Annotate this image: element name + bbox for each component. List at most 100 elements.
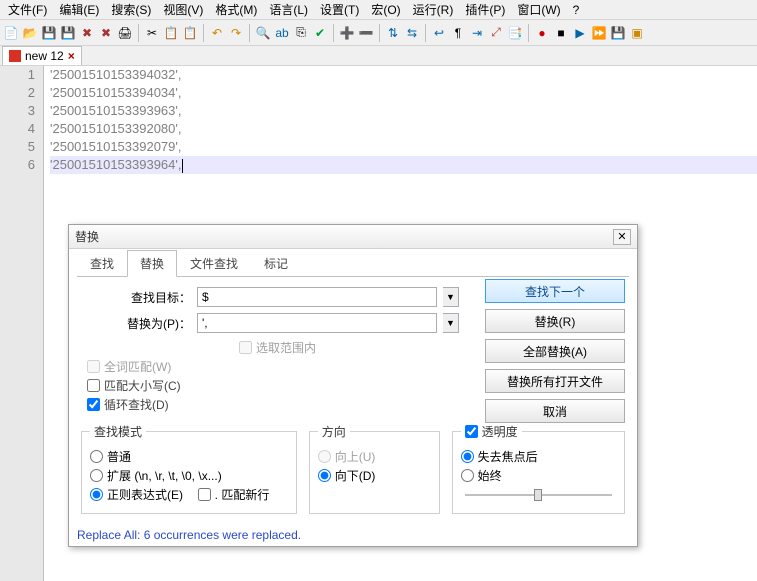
mode-ext-radio[interactable] xyxy=(90,469,103,482)
find-icon[interactable]: 🔍 xyxy=(254,24,272,42)
line-gutter: 1 2 3 4 5 6 xyxy=(0,66,44,581)
mode-regex-label: 正则表达式(E) xyxy=(107,486,183,503)
menu-settings[interactable]: 设置(T) xyxy=(314,0,365,20)
tab-findfiles[interactable]: 文件查找 xyxy=(177,250,251,277)
code-text: '25001510153393964', xyxy=(50,157,182,172)
sync-v-icon[interactable]: ⇅ xyxy=(384,24,402,42)
doc-map-icon[interactable]: 📑 xyxy=(506,24,524,42)
code-text: '25001510153394032', xyxy=(50,67,182,82)
menu-format[interactable]: 格式(M) xyxy=(209,0,263,20)
search-mode-legend: 查找模式 xyxy=(90,423,146,440)
code-text: '25001510153392079', xyxy=(50,139,182,154)
matchcase-label: 匹配大小写(C) xyxy=(104,377,181,394)
run-macro-icon[interactable]: ▣ xyxy=(628,24,646,42)
undo-icon[interactable]: ↶ xyxy=(208,24,226,42)
save-icon[interactable]: 💾 xyxy=(40,24,58,42)
close-icon[interactable]: ✖ xyxy=(78,24,96,42)
menu-file[interactable]: 文件(F) xyxy=(2,0,53,20)
toolbar-separator xyxy=(528,24,529,42)
menu-bar: 文件(F) 编辑(E) 搜索(S) 视图(V) 格式(M) 语言(L) 设置(T… xyxy=(0,0,757,20)
menu-macro[interactable]: 宏(O) xyxy=(365,0,406,20)
code-text: '25001510153394034', xyxy=(50,85,182,100)
menu-search[interactable]: 搜索(S) xyxy=(105,0,157,20)
dialog-close-button[interactable]: ✕ xyxy=(613,229,631,245)
trans-onlose-radio[interactable] xyxy=(461,450,474,463)
menu-run[interactable]: 运行(R) xyxy=(407,0,460,20)
mode-ext-label: 扩展 (\n, \r, \t, \0, \x...) xyxy=(107,467,222,484)
dot-newline-label: . 匹配新行 xyxy=(215,486,270,503)
wholeword-checkbox xyxy=(87,360,100,373)
cut-icon[interactable]: ✂ xyxy=(143,24,161,42)
tab-mark[interactable]: 标记 xyxy=(251,250,301,277)
toolbar-separator xyxy=(138,24,139,42)
trans-always-label: 始终 xyxy=(478,467,502,484)
line-number: 4 xyxy=(0,120,35,138)
save-macro-icon[interactable]: 💾 xyxy=(609,24,627,42)
new-file-icon[interactable]: 📄 xyxy=(2,24,20,42)
menu-view[interactable]: 视图(V) xyxy=(157,0,209,20)
menu-language[interactable]: 语言(L) xyxy=(263,0,314,20)
replace-all-open-button[interactable]: 替换所有打开文件 xyxy=(485,369,625,393)
mark-icon[interactable]: ✔ xyxy=(311,24,329,42)
tab-close-icon[interactable]: × xyxy=(68,49,75,63)
transparency-slider[interactable] xyxy=(461,486,616,504)
tab-find[interactable]: 查找 xyxy=(77,250,127,277)
play-multi-icon[interactable]: ⏩ xyxy=(590,24,608,42)
play-icon[interactable]: ▶ xyxy=(571,24,589,42)
direction-legend: 方向 xyxy=(318,423,350,440)
document-tab[interactable]: new 12 × xyxy=(2,46,82,65)
find-next-button[interactable]: 查找下一个 xyxy=(485,279,625,303)
close-all-icon[interactable]: ✖ xyxy=(97,24,115,42)
code-text: '25001510153393963', xyxy=(50,103,182,118)
toolbar-separator xyxy=(333,24,334,42)
wrap-label: 循环查找(D) xyxy=(104,396,169,413)
tab-replace[interactable]: 替换 xyxy=(127,250,177,277)
wrap-checkbox[interactable] xyxy=(87,398,100,411)
dir-down-radio[interactable] xyxy=(318,469,331,482)
code-text: '25001510153392080', xyxy=(50,121,182,136)
save-all-icon[interactable]: 💾 xyxy=(59,24,77,42)
fold-icon[interactable]: ⤢ xyxy=(487,24,505,42)
replace-all-button[interactable]: 全部替换(A) xyxy=(485,339,625,363)
replace-button[interactable]: 替换(R) xyxy=(485,309,625,333)
toolbar-separator xyxy=(249,24,250,42)
allchars-icon[interactable]: ¶ xyxy=(449,24,467,42)
menu-edit[interactable]: 编辑(E) xyxy=(53,0,105,20)
stop-icon[interactable]: ■ xyxy=(552,24,570,42)
zoom-out-icon[interactable]: ➖ xyxy=(357,24,375,42)
in-selection-label: 选取范围内 xyxy=(256,339,316,356)
dialog-titlebar[interactable]: 替换 ✕ xyxy=(69,225,637,249)
cancel-button[interactable]: 取消 xyxy=(485,399,625,423)
indent-icon[interactable]: ⇥ xyxy=(468,24,486,42)
line-number: 1 xyxy=(0,66,35,84)
find-target-input[interactable] xyxy=(197,287,437,307)
toolbar-separator xyxy=(379,24,380,42)
dir-up-label: 向上(U) xyxy=(335,448,376,465)
replace-dropdown-icon[interactable]: ▼ xyxy=(443,313,459,333)
record-icon[interactable]: ● xyxy=(533,24,551,42)
print-icon[interactable]: 🖨 xyxy=(116,24,134,42)
find-dropdown-icon[interactable]: ▼ xyxy=(443,287,459,307)
dot-newline-checkbox[interactable] xyxy=(198,488,211,501)
copy-icon[interactable]: 📋 xyxy=(162,24,180,42)
matchcase-checkbox[interactable] xyxy=(87,379,100,392)
sync-h-icon[interactable]: ⇆ xyxy=(403,24,421,42)
trans-always-radio[interactable] xyxy=(461,469,474,482)
menu-window[interactable]: 窗口(W) xyxy=(511,0,566,20)
slider-thumb[interactable] xyxy=(534,489,542,501)
zoom-in-icon[interactable]: ➕ xyxy=(338,24,356,42)
goto-icon[interactable]: ⎘ xyxy=(292,24,310,42)
paste-icon[interactable]: 📋 xyxy=(181,24,199,42)
wordwrap-icon[interactable]: ↩ xyxy=(430,24,448,42)
menu-plugins[interactable]: 插件(P) xyxy=(459,0,511,20)
line-number: 6 xyxy=(0,156,35,174)
menu-help[interactable]: ? xyxy=(567,1,586,19)
redo-icon[interactable]: ↷ xyxy=(227,24,245,42)
replace-with-input[interactable] xyxy=(197,313,437,333)
mode-normal-radio[interactable] xyxy=(90,450,103,463)
line-number: 5 xyxy=(0,138,35,156)
replace-icon[interactable]: ab xyxy=(273,24,291,42)
transparency-checkbox[interactable] xyxy=(465,425,478,438)
mode-regex-radio[interactable] xyxy=(90,488,103,501)
open-file-icon[interactable]: 📂 xyxy=(21,24,39,42)
